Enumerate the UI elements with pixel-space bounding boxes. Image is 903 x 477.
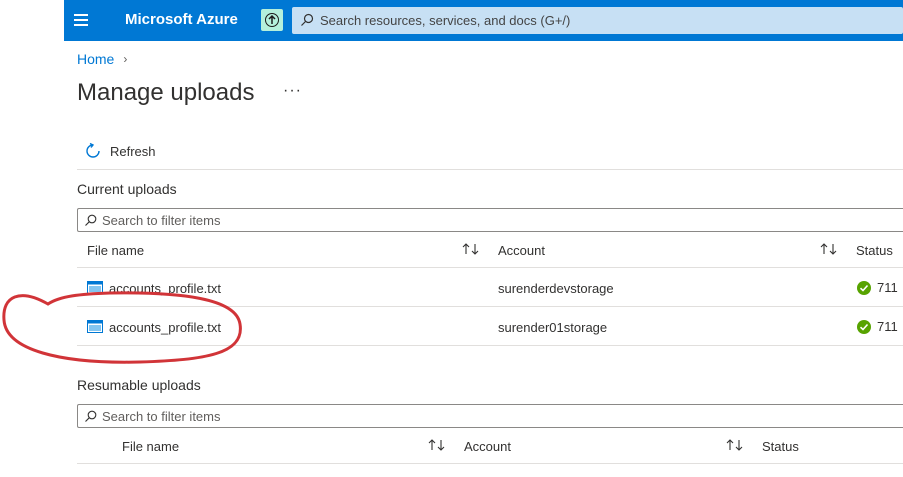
column-file-name[interactable]: File name — [87, 243, 144, 258]
sort-icon[interactable] — [726, 438, 744, 452]
page-title: Manage uploads — [77, 79, 255, 106]
refresh-icon — [86, 142, 100, 158]
global-search-input[interactable] — [320, 7, 880, 34]
global-search[interactable] — [292, 7, 903, 34]
current-filter-box[interactable] — [77, 208, 903, 232]
resumable-filter-box[interactable] — [77, 404, 903, 428]
search-icon — [85, 410, 97, 422]
breadcrumb-home-link[interactable]: Home — [77, 51, 114, 67]
search-icon — [301, 13, 314, 26]
refresh-button[interactable]: Refresh — [84, 142, 156, 160]
breadcrumb: Home › — [77, 51, 127, 67]
brand-title[interactable]: Microsoft Azure — [125, 11, 238, 28]
refresh-label: Refresh — [110, 143, 156, 159]
sort-icon[interactable] — [820, 242, 838, 256]
sort-icon[interactable] — [428, 438, 446, 452]
top-bar: Microsoft Azure — [64, 0, 903, 41]
status-text: 711 — [877, 280, 898, 295]
file-icon — [87, 320, 103, 333]
current-uploads-heading: Current uploads — [77, 181, 177, 197]
search-icon — [85, 214, 97, 226]
column-status[interactable]: Status — [762, 439, 799, 454]
table-row[interactable]: accounts_profile.txt surenderdevstorage … — [77, 268, 903, 307]
file-name: accounts_profile.txt — [109, 320, 222, 335]
column-account[interactable]: Account — [498, 243, 545, 258]
status-text: 711 — [877, 319, 898, 334]
column-status[interactable]: Status — [856, 243, 893, 258]
more-options-icon[interactable]: ··· — [283, 82, 302, 100]
table-row[interactable]: accounts_profile.txt surender01storage 7… — [77, 307, 903, 346]
check-circle-icon — [857, 319, 871, 334]
resumable-uploads-heading: Resumable uploads — [77, 377, 201, 393]
sort-icon[interactable] — [462, 242, 480, 256]
current-grid-header: File name Account Status — [77, 232, 903, 268]
command-bar: Refresh — [77, 136, 903, 170]
status-cell: 711 — [857, 280, 898, 295]
account-name: surenderdevstorage — [498, 281, 614, 296]
column-account[interactable]: Account — [464, 439, 511, 454]
file-icon — [87, 281, 103, 294]
upload-button[interactable] — [261, 9, 283, 31]
column-file-name[interactable]: File name — [122, 439, 179, 454]
chevron-right-icon: › — [123, 52, 128, 66]
resumable-filter-input[interactable] — [102, 405, 882, 427]
file-name: accounts_profile.txt — [109, 281, 222, 296]
status-cell: 711 — [857, 319, 898, 334]
resumable-grid-header: File name Account Status — [77, 428, 903, 464]
menu-icon[interactable] — [74, 14, 88, 26]
account-name: surender01storage — [498, 320, 608, 335]
current-filter-input[interactable] — [102, 209, 882, 231]
check-circle-icon — [857, 280, 871, 295]
